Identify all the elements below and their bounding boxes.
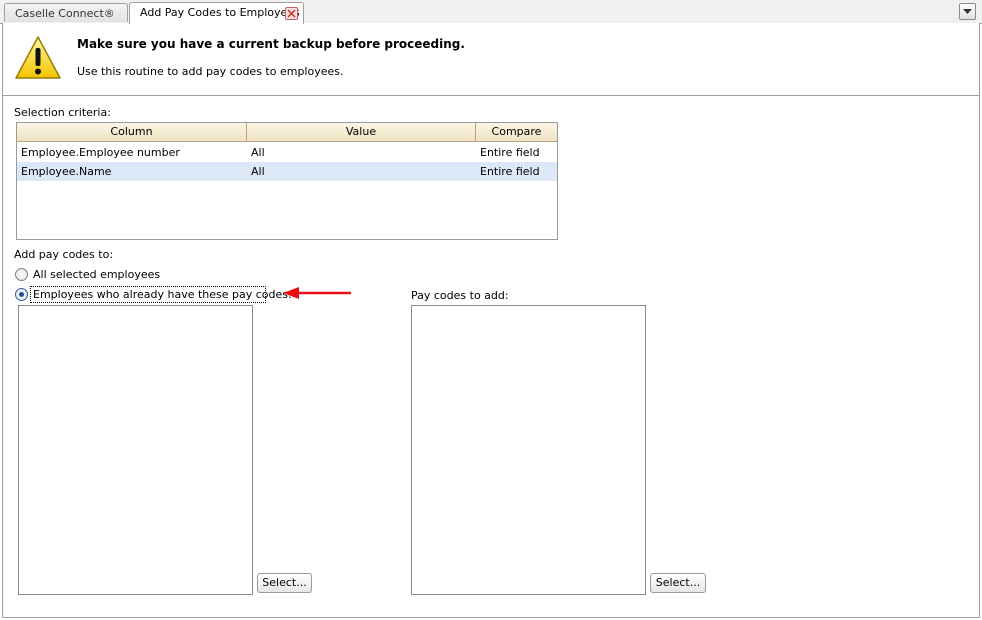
cell-compare: Entire field xyxy=(480,146,540,159)
chevron-down-icon xyxy=(963,9,972,14)
red-arrow-icon xyxy=(283,287,351,299)
cell-column: Employee.Name xyxy=(21,165,112,178)
selection-criteria-grid[interactable]: Column Value Compare Employee.Employee n… xyxy=(16,122,558,240)
radio-all-label[interactable]: All selected employees xyxy=(33,268,160,281)
page-subtitle: Use this routine to add pay codes to emp… xyxy=(77,65,344,78)
tab-bar: Caselle Connect® Add Pay Codes to Employ… xyxy=(0,0,982,24)
tab-label: Caselle Connect® xyxy=(15,7,115,20)
cell-column: Employee.Employee number xyxy=(21,146,180,159)
select-pay-codes-to-add-button[interactable]: Select... xyxy=(650,573,706,593)
cell-compare: Entire field xyxy=(480,165,540,178)
tab-menu-button[interactable] xyxy=(959,3,976,20)
page-title: Make sure you have a current backup befo… xyxy=(77,37,465,51)
column-header-column[interactable]: Column xyxy=(17,123,247,142)
radio-all-selected-employees[interactable] xyxy=(15,268,28,281)
tab-add-pay-codes[interactable]: Add Pay Codes to Employees xyxy=(129,2,304,24)
radio-employees-with-pay-codes[interactable] xyxy=(15,288,28,301)
grid-header: Column Value Compare xyxy=(17,123,557,142)
warning-header: Make sure you have a current backup befo… xyxy=(3,23,979,96)
pay-codes-to-add-label: Pay codes to add: xyxy=(411,289,509,302)
selection-criteria-label: Selection criteria: xyxy=(14,106,111,119)
table-row[interactable]: Employee.Employee number All Entire fiel… xyxy=(17,143,557,162)
employee-pay-codes-list[interactable] xyxy=(18,305,253,595)
close-icon[interactable] xyxy=(285,7,298,20)
main-panel: Make sure you have a current backup befo… xyxy=(2,23,980,618)
pay-codes-to-add-list[interactable] xyxy=(411,305,646,595)
add-pay-codes-to-label: Add pay codes to: xyxy=(14,248,114,261)
column-header-compare[interactable]: Compare xyxy=(476,123,557,142)
select-employee-pay-codes-button[interactable]: Select... xyxy=(257,573,312,593)
table-row[interactable]: Employee.Name All Entire field xyxy=(17,162,557,181)
cell-value: All xyxy=(251,146,265,159)
tab-caselle-connect[interactable]: Caselle Connect® xyxy=(4,3,128,22)
tab-label: Add Pay Codes to Employees xyxy=(140,6,300,19)
cell-value: All xyxy=(251,165,265,178)
warning-icon xyxy=(15,36,61,79)
column-header-value[interactable]: Value xyxy=(247,123,476,142)
radio-existing-label[interactable]: Employees who already have these pay cod… xyxy=(33,288,292,301)
